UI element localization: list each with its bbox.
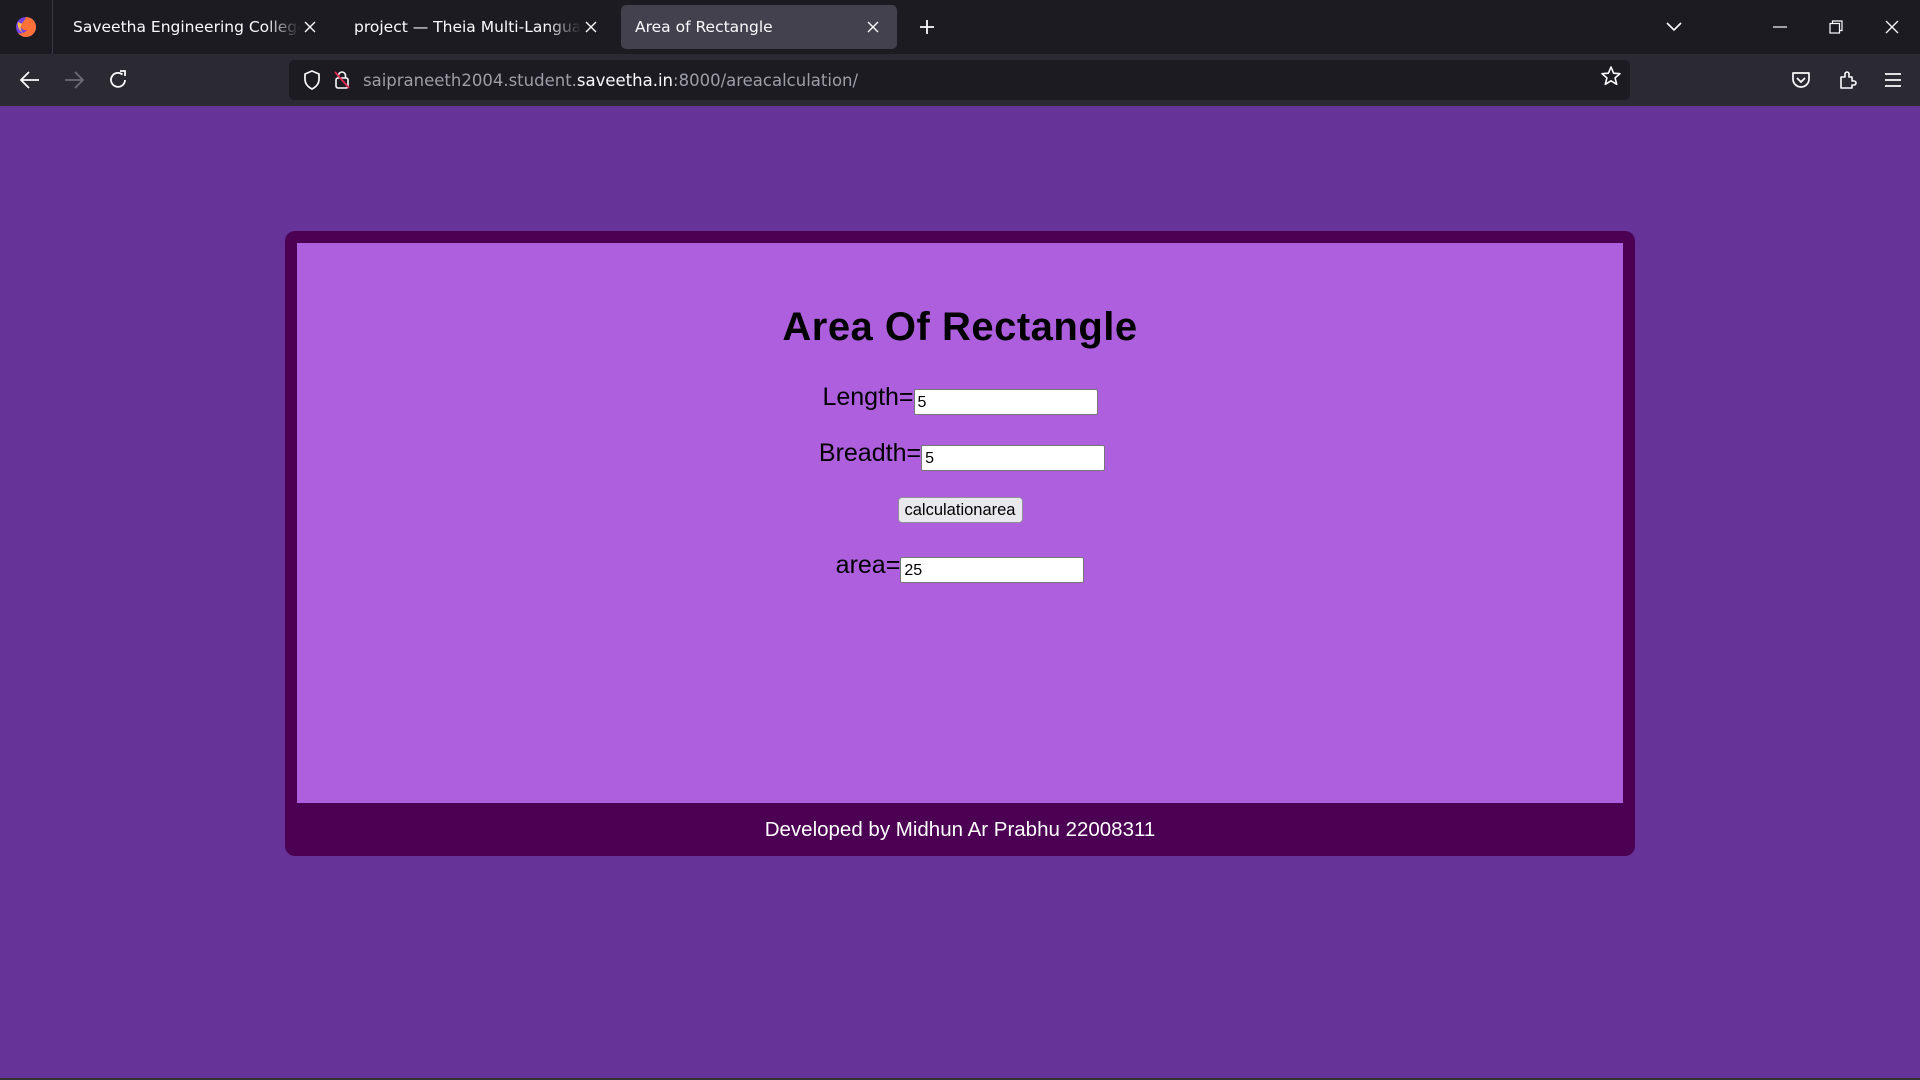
page-title: Area Of Rectangle bbox=[782, 305, 1138, 349]
back-arrow-icon[interactable] bbox=[8, 60, 52, 100]
url-text[interactable]: saipraneeth2004.student.saveetha.in:8000… bbox=[363, 71, 858, 90]
shield-icon[interactable] bbox=[297, 65, 327, 95]
area-label: area= bbox=[835, 551, 901, 579]
breadth-label: Breadth= bbox=[818, 439, 922, 467]
calculate-area-button[interactable]: calculationarea bbox=[897, 497, 1023, 523]
close-icon[interactable] bbox=[300, 17, 320, 37]
plus-icon[interactable] bbox=[905, 5, 949, 49]
toolbar-right bbox=[1778, 54, 1920, 106]
tab-title: project — Theia Multi-Language Explorer bbox=[354, 18, 581, 36]
restore-icon[interactable] bbox=[1808, 0, 1864, 54]
length-input[interactable] bbox=[913, 389, 1098, 415]
address-bar[interactable]: saipraneeth2004.student.saveetha.in:8000… bbox=[289, 60, 1630, 100]
chevron-down-icon[interactable] bbox=[1646, 0, 1702, 54]
tab-strip: Saveetha Engineering College project — T… bbox=[0, 0, 1920, 54]
calculator-card: Area Of Rectangle Developed by Midhun Ar… bbox=[285, 231, 1635, 856]
lock-icon[interactable] bbox=[327, 65, 357, 95]
window-controls bbox=[1646, 0, 1920, 54]
tab-area-of-rectangle[interactable]: Area of Rectangle bbox=[621, 5, 897, 49]
footer-credit: Developed by Midhun Ar Prabhu 22008311 bbox=[764, 817, 1156, 841]
firefox-logo-icon[interactable] bbox=[0, 0, 53, 54]
tab-saveetha[interactable]: Saveetha Engineering College bbox=[59, 5, 334, 49]
close-window-icon[interactable] bbox=[1864, 0, 1920, 54]
area-output[interactable] bbox=[900, 557, 1085, 583]
tab-title: Saveetha Engineering College bbox=[73, 18, 300, 36]
breadth-row: Breadth= bbox=[0, 439, 1920, 471]
url-domain: saveetha.in bbox=[576, 70, 674, 90]
extensions-icon[interactable] bbox=[1824, 60, 1870, 100]
calculator-form: Area Of Rectangle bbox=[297, 243, 1623, 803]
menu-icon[interactable] bbox=[1870, 60, 1916, 100]
close-icon[interactable] bbox=[863, 17, 883, 37]
minimize-icon[interactable] bbox=[1752, 0, 1808, 54]
breadth-input[interactable] bbox=[921, 445, 1106, 471]
url-prefix: saipraneeth2004.student. bbox=[363, 70, 577, 90]
tab-title: Area of Rectangle bbox=[635, 18, 773, 36]
navigation-toolbar: saipraneeth2004.student.saveetha.in:8000… bbox=[0, 54, 1920, 106]
forward-arrow-icon[interactable] bbox=[52, 60, 96, 100]
length-label: Length= bbox=[822, 383, 914, 411]
pocket-icon[interactable] bbox=[1778, 60, 1824, 100]
close-icon[interactable] bbox=[581, 17, 601, 37]
tab-project-theia[interactable]: project — Theia Multi-Language Explorer bbox=[340, 5, 615, 49]
star-icon[interactable] bbox=[1600, 65, 1622, 92]
button-row: calculationarea bbox=[0, 497, 1920, 523]
area-row: area= bbox=[0, 551, 1920, 583]
reload-icon[interactable] bbox=[96, 60, 140, 100]
length-row: Length= bbox=[0, 383, 1920, 415]
url-suffix: :8000/areacalculation/ bbox=[673, 70, 859, 90]
